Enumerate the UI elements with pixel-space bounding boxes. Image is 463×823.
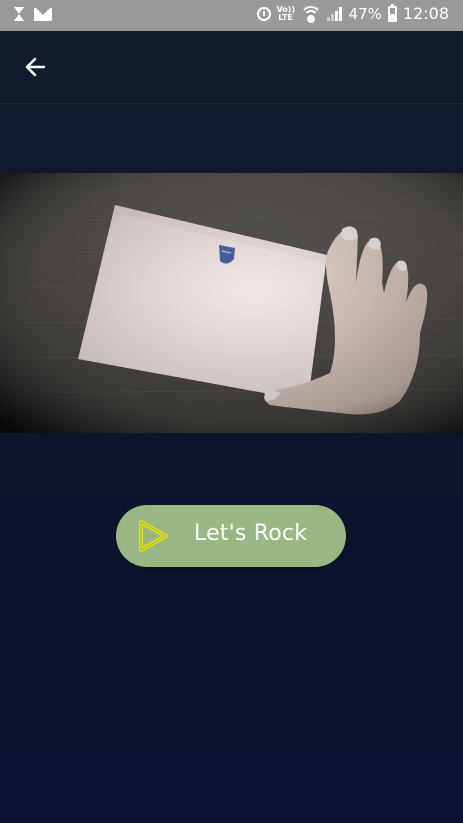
volte-icon: Vo)) LTE <box>277 5 296 22</box>
status-bar: Vo)) LTE 47% 12:08 <box>0 0 463 31</box>
back-button[interactable] <box>22 53 50 81</box>
header-divider <box>0 103 463 104</box>
hourglass-icon <box>14 6 24 22</box>
wifi-icon <box>299 5 322 23</box>
battery-percent: 47% <box>348 4 382 23</box>
lets-rock-button[interactable]: Let's Rock <box>116 505 346 567</box>
battery-icon <box>387 3 397 22</box>
lets-rock-label: Let's Rock <box>194 521 308 546</box>
volte-line2: LTE <box>278 12 293 22</box>
alarm-icon <box>256 6 271 21</box>
video-player[interactable] <box>0 173 463 433</box>
signal-icon <box>326 6 343 21</box>
app-header <box>0 31 463 103</box>
mail-icon <box>34 7 52 21</box>
app-screen: Vo)) LTE 47% 12:08 Let's Rock <box>0 0 463 823</box>
play-triangle-icon <box>139 520 168 552</box>
clock: 12:08 <box>402 4 449 23</box>
arrow-left-icon <box>25 57 46 77</box>
video-thumbnail <box>0 173 463 433</box>
